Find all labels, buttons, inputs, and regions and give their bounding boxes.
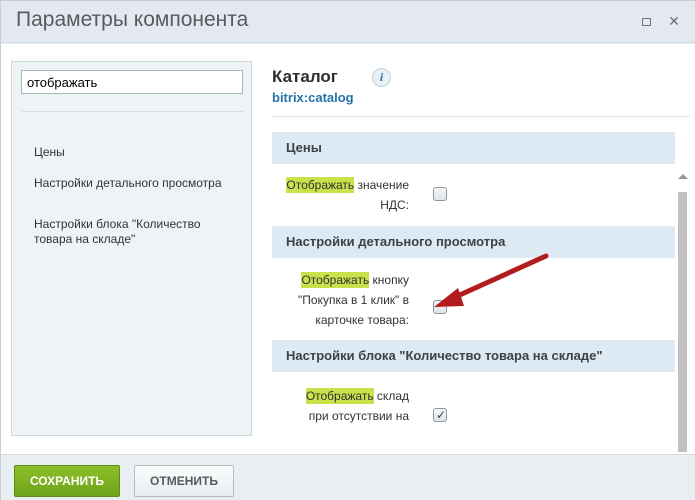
option-label-one-click: Отображать кнопку "Покупка в 1 клик" в к…	[298, 270, 409, 330]
cancel-button[interactable]: ОТМЕНИТЬ	[134, 465, 234, 497]
sections-sidebar: Цены Настройки детального просмотра Наст…	[11, 61, 252, 436]
section-header-prices: Цены	[272, 132, 675, 164]
save-button[interactable]: СОХРАНИТЬ	[14, 465, 120, 497]
sidebar-item-detail-view[interactable]: Настройки детального просмотра	[34, 176, 234, 191]
info-icon[interactable]: i	[372, 68, 391, 87]
search-highlight: Отображать	[286, 177, 355, 193]
header-divider	[272, 116, 690, 117]
maximize-icon[interactable]	[637, 12, 655, 30]
option-label-vat: Отображать значение НДС:	[286, 175, 409, 215]
checkmark-icon: ✓	[436, 408, 447, 422]
scrollbar-thumb[interactable]	[678, 192, 687, 452]
sidebar-item-prices[interactable]: Цены	[34, 145, 234, 160]
settings-scrollbar[interactable]	[675, 174, 691, 465]
option-label-text: карточке товара:	[315, 313, 409, 327]
section-header-detail-view: Настройки детального просмотра	[272, 226, 675, 258]
dialog-title: Параметры компонента	[16, 8, 249, 31]
checkbox-show-one-click[interactable]	[433, 300, 447, 314]
search-input[interactable]	[21, 70, 243, 94]
option-label-stock: Отображать склад при отсутствии на	[305, 386, 409, 426]
option-label-text: при отсутствии на	[308, 409, 409, 423]
component-code: bitrix:catalog	[272, 90, 354, 105]
option-label-text: значение	[354, 178, 409, 192]
dialog-content: Цены Настройки детального просмотра Наст…	[1, 44, 695, 465]
sidebar-item-stock-block[interactable]: Настройки блока "Количество товара на ск…	[34, 217, 234, 247]
settings-list: Цены Отображать значение НДС: Настройки …	[272, 132, 675, 454]
dialog-footer: СОХРАНИТЬ ОТМЕНИТЬ	[1, 454, 695, 500]
option-label-text: "Покупка в 1 клик" в	[298, 293, 409, 307]
checkbox-show-vat[interactable]	[433, 187, 447, 201]
search-highlight: Отображать	[301, 272, 370, 288]
sidebar-divider	[22, 111, 243, 112]
section-header-stock-block: Настройки блока "Количество товара на ск…	[272, 340, 675, 372]
dialog-titlebar[interactable]: Параметры компонента ✕	[1, 1, 695, 43]
option-label-text: НДС:	[380, 198, 409, 212]
checkbox-show-stock[interactable]: ✓	[433, 408, 447, 422]
component-title: Каталог	[272, 67, 338, 86]
search-highlight: Отображать	[305, 388, 374, 404]
option-label-text: склад	[373, 389, 409, 403]
close-icon[interactable]: ✕	[665, 12, 683, 30]
option-label-text: кнопку	[369, 273, 409, 287]
component-params-dialog: Параметры компонента ✕ Цены Настройки де…	[0, 0, 695, 500]
scroll-up-icon[interactable]	[678, 174, 688, 179]
